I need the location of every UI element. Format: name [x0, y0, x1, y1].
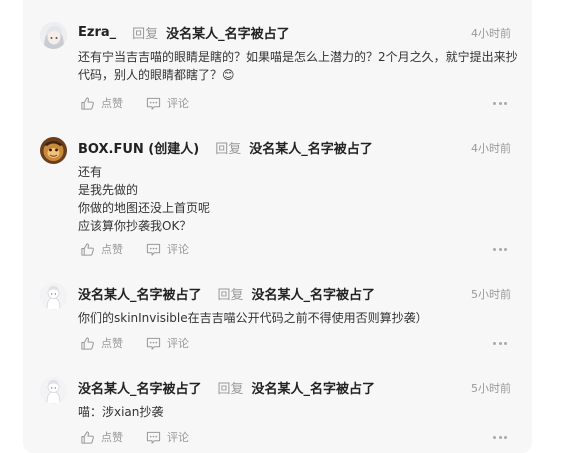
comment-label: 评论 [167, 431, 189, 444]
thumbs-up-icon [81, 336, 94, 350]
comment-text: 还有宁当吉吉喵的眼睛是瞎的？如果喵是怎么上潜力的？2个月之久，就宁提出来抄代码，… [78, 50, 518, 82]
timestamp: 5小时前 [471, 288, 511, 301]
like-label: 点赞 [101, 337, 123, 350]
comment-header: Ezra_ 回复 没名某人_名字被占了 [78, 23, 290, 42]
comment-label: 评论 [167, 97, 189, 110]
like-button[interactable]: 点赞 [80, 95, 123, 111]
reply-label: 回复 [215, 141, 242, 157]
username[interactable]: 没名某人_名字被占了 [78, 378, 202, 397]
like-button[interactable]: 点赞 [80, 429, 123, 445]
reply-label: 回复 [132, 26, 159, 42]
comment-header: 没名某人_名字被占了 回复 没名某人_名字被占了 [78, 378, 376, 397]
more-options-button[interactable] [493, 246, 507, 252]
reply-target-username[interactable]: 没名某人_名字被占了 [252, 284, 376, 303]
comment-text: 你们的skinInvisible在吉吉喵公开代码之前不得使用否则算抄袭） [78, 311, 428, 325]
comment-icon [146, 243, 161, 256]
comment-button[interactable]: 评论 [146, 95, 189, 111]
more-options-button[interactable] [493, 100, 507, 106]
like-button[interactable]: 点赞 [80, 335, 123, 351]
comment-actions: 点赞 评论 [80, 95, 189, 111]
like-label: 点赞 [101, 97, 123, 110]
comment-button[interactable]: 评论 [146, 429, 189, 445]
comment-text: 还有 是我先做的 你做的地图还没上首页呢 应该算你抄袭我OK？ [78, 165, 211, 233]
avatar[interactable] [40, 137, 67, 164]
comment-button[interactable]: 评论 [146, 241, 189, 257]
reply-label: 回复 [217, 287, 244, 303]
timestamp: 5小时前 [471, 382, 511, 395]
like-label: 点赞 [101, 243, 123, 256]
reply-target-username[interactable]: 没名某人_名字被占了 [249, 138, 373, 157]
comment-thread-panel: Ezra_ 回复 没名某人_名字被占了 4小时前 还有宁当吉吉喵的眼睛是瞎的？如… [23, 0, 532, 453]
white-figure-avatar-icon [40, 283, 67, 310]
comment-header: BOX.FUN (创建人) 回复 没名某人_名字被占了 [78, 138, 373, 157]
comment-icon [146, 431, 161, 444]
username[interactable]: 没名某人_名字被占了 [78, 284, 202, 303]
avatar[interactable] [40, 22, 67, 49]
reply-label: 回复 [217, 381, 244, 397]
like-label: 点赞 [101, 431, 123, 444]
like-button[interactable]: 点赞 [80, 241, 123, 257]
comment-icon [146, 337, 161, 350]
timestamp: 4小时前 [471, 142, 511, 155]
comment-header: 没名某人_名字被占了 回复 没名某人_名字被占了 [78, 284, 376, 303]
thumbs-up-icon [81, 242, 94, 256]
avatar[interactable] [40, 377, 67, 404]
comment-actions: 点赞 评论 [80, 335, 189, 351]
comment-label: 评论 [167, 243, 189, 256]
comment-text: 喵：涉xian抄袭 [78, 405, 164, 419]
brown-character-avatar-icon [40, 137, 67, 164]
reply-target-username[interactable]: 没名某人_名字被占了 [166, 23, 290, 42]
timestamp: 4小时前 [471, 27, 511, 40]
username[interactable]: Ezra_ [78, 25, 116, 40]
more-options-button[interactable] [493, 434, 507, 440]
anime-girl-avatar-icon [40, 22, 67, 49]
comment-actions: 点赞 评论 [80, 241, 189, 257]
thumbs-up-icon [81, 430, 94, 444]
comment-label: 评论 [167, 337, 189, 350]
more-options-button[interactable] [493, 340, 507, 346]
comment-actions: 点赞 评论 [80, 429, 189, 445]
comment-button[interactable]: 评论 [146, 335, 189, 351]
username[interactable]: BOX.FUN (创建人) [78, 138, 199, 157]
comment-icon [146, 97, 161, 110]
avatar[interactable] [40, 283, 67, 310]
thumbs-up-icon [81, 96, 94, 110]
reply-target-username[interactable]: 没名某人_名字被占了 [252, 378, 376, 397]
white-figure-avatar-icon [40, 377, 67, 404]
